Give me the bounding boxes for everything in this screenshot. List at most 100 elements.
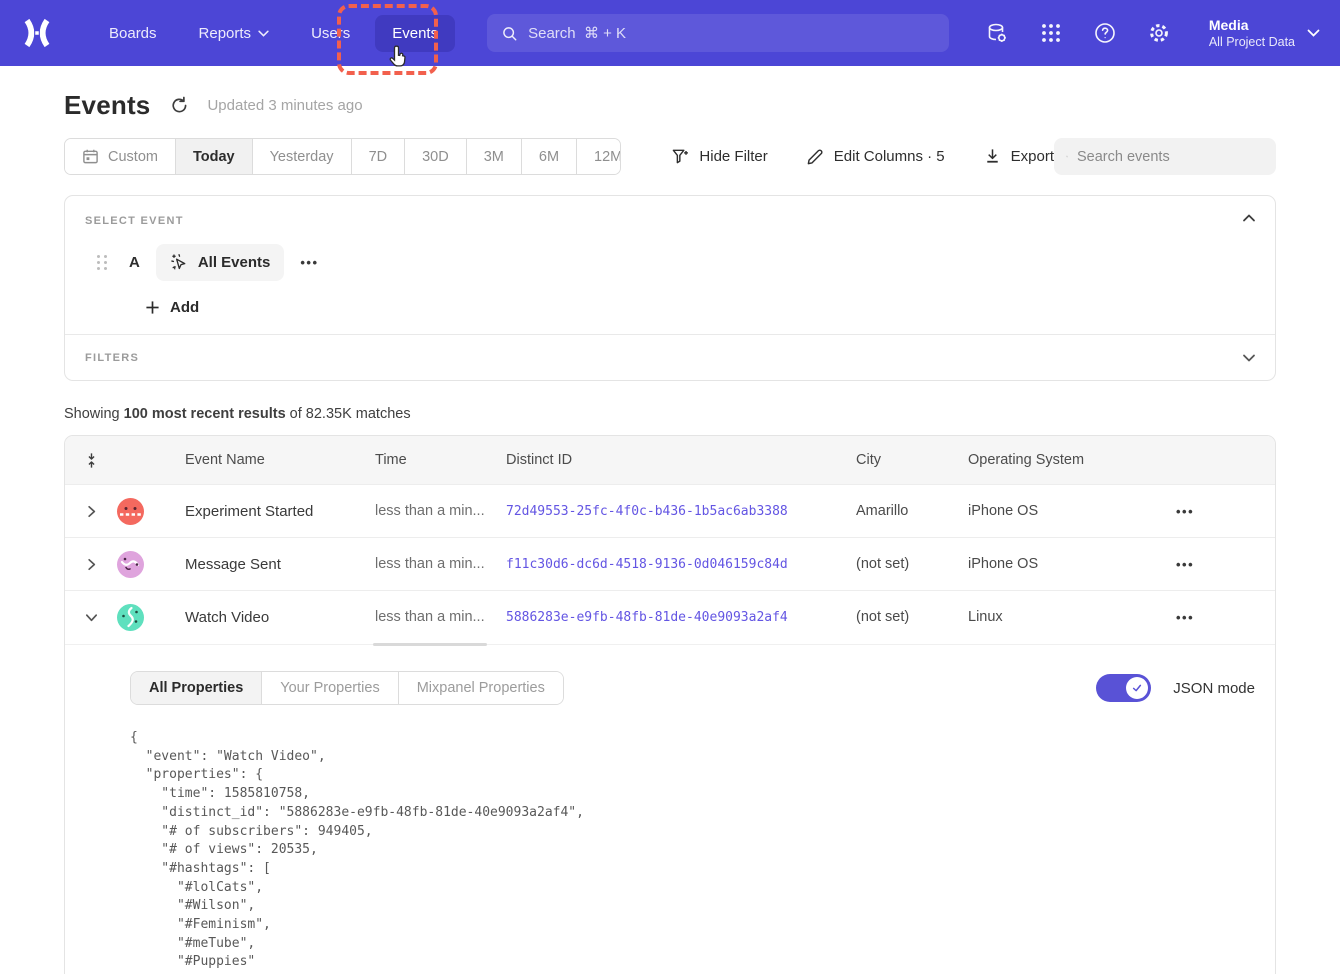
mixpanel-logo-icon[interactable] [22,18,52,48]
data-management-icon[interactable] [985,21,1009,45]
hide-filter-label: Hide Filter [699,148,767,165]
drag-handle[interactable] [97,255,107,271]
range-6m[interactable]: 6M [522,139,577,174]
settings-icon[interactable] [1147,21,1171,45]
add-event-button[interactable]: Add [145,299,199,316]
export-label: Export [1011,148,1054,165]
date-range-control: Custom Today Yesterday 7D 30D 3M 6M 12M [64,138,621,175]
filters-label: FILTERS [85,352,139,364]
range-12m[interactable]: 12M [577,139,621,174]
search-events-input[interactable] [1077,149,1264,165]
chevron-down-icon [258,30,269,37]
project-switcher[interactable]: Media All Project Data [1209,16,1320,50]
event-os: iPhone OS [968,503,1144,519]
filters-section-toggle[interactable]: FILTERS [65,334,1275,380]
event-time: less than a min... [375,503,506,519]
help-icon[interactable] [1093,21,1117,45]
col-time[interactable]: Time [375,452,506,468]
plus-icon [145,300,160,315]
global-search[interactable] [487,14,949,52]
apps-grid-icon[interactable] [1039,21,1063,45]
hide-filter-button[interactable]: Hide Filter [671,147,767,166]
scrollbar-track [65,644,1275,645]
chevron-right-icon[interactable] [84,504,99,519]
edit-columns-label: Edit Columns · 5 [834,148,945,165]
avatar-face [117,498,144,525]
nav-item-events[interactable]: Events [375,15,455,52]
chevron-right-icon[interactable] [84,557,99,572]
query-builder-card: SELECT EVENT A All Events ••• Add [64,195,1276,381]
nav-item-users[interactable]: Users [294,15,367,52]
event-json-view: { "event": "Watch Video", "properties": … [130,729,1255,974]
events-page: Events Updated 3 minutes ago Custom Toda… [64,90,1276,974]
event-name: Experiment Started [161,503,375,520]
top-navbar: Boards Reports Users Events [0,0,1340,66]
avatar-face [117,551,144,578]
nav-item-boards[interactable]: Boards [92,15,174,52]
tab-mixpanel-properties[interactable]: Mixpanel Properties [399,672,563,704]
horizontal-scrollbar [65,643,1275,648]
download-icon [983,147,1002,166]
range-today[interactable]: Today [176,139,253,174]
event-row-letter: A [129,254,140,271]
row-more-button[interactable]: ••• [1176,557,1194,572]
main-navigation: Boards Reports Users Events [92,15,455,52]
summary-count: 100 most recent results [124,406,286,422]
event-time: less than a min... [375,556,506,572]
global-search-input[interactable] [528,25,935,42]
table-row-watch-video[interactable]: Watch Video less than a min... 5886283e-… [65,590,1275,643]
event-more-button[interactable]: ••• [300,255,318,270]
search-events-field[interactable] [1054,138,1276,175]
project-name: Media [1209,16,1295,34]
chevron-down-icon[interactable] [84,610,99,625]
chevron-down-icon [1307,29,1320,37]
event-name: Watch Video [161,609,375,626]
add-event-label: Add [170,299,199,316]
properties-tabs: All Properties Your Properties Mixpanel … [130,671,564,705]
table-row-message-sent[interactable]: Message Sent less than a min... f11c30d6… [65,537,1275,590]
events-table: Event Name Time Distinct ID City Operati… [64,435,1276,974]
range-3m[interactable]: 3M [467,139,522,174]
calendar-icon [82,148,99,165]
scrollbar-thumb[interactable] [373,643,487,646]
range-7d[interactable]: 7D [352,139,406,174]
row-more-button[interactable]: ••• [1176,504,1194,519]
nav-item-reports[interactable]: Reports [182,15,287,52]
range-custom[interactable]: Custom [65,139,176,174]
collapse-rows-icon[interactable] [83,452,100,469]
distinct-id-link[interactable]: 72d49553-25fc-4f0c-b436-1b5ac6ab3388 [506,504,856,519]
table-row-experiment-started[interactable]: Experiment Started less than a min... 72… [65,484,1275,537]
col-distinct-id[interactable]: Distinct ID [506,452,856,468]
event-avatar [117,604,144,631]
row-more-button[interactable]: ••• [1176,610,1194,625]
event-detail-panel: All Properties Your Properties Mixpanel … [65,648,1275,974]
page-title: Events [64,90,150,121]
summary-prefix: Showing [64,406,124,422]
refresh-icon[interactable] [170,96,189,115]
col-event-name[interactable]: Event Name [161,452,375,468]
event-avatar [117,498,144,525]
search-icon [1066,148,1068,165]
tab-your-properties[interactable]: Your Properties [262,672,398,704]
tab-all-properties[interactable]: All Properties [131,672,262,704]
edit-columns-button[interactable]: Edit Columns · 5 [806,147,945,166]
col-operating-system[interactable]: Operating System [968,452,1144,468]
col-city[interactable]: City [856,452,968,468]
table-header-row: Event Name Time Distinct ID City Operati… [65,436,1275,484]
event-selector-chip[interactable]: All Events [156,244,285,281]
json-mode-label: JSON mode [1173,680,1255,697]
event-chip-label: All Events [198,254,271,271]
event-os: Linux [968,609,1144,625]
distinct-id-link[interactable]: f11c30d6-dc6d-4518-9136-0d046159c84d [506,557,856,572]
json-mode-toggle[interactable] [1096,674,1151,702]
check-icon [1131,682,1143,694]
event-city: (not set) [856,609,968,625]
last-updated-text: Updated 3 minutes ago [207,97,362,114]
chevron-up-icon[interactable] [1241,210,1257,226]
distinct-id-link[interactable]: 5886283e-e9fb-48fb-81de-40e9093a2af4 [506,610,856,625]
range-yesterday[interactable]: Yesterday [253,139,352,174]
export-button[interactable]: Export [983,147,1054,166]
range-30d[interactable]: 30D [405,139,467,174]
select-event-label: SELECT EVENT [85,215,1255,227]
range-custom-label: Custom [108,149,158,165]
